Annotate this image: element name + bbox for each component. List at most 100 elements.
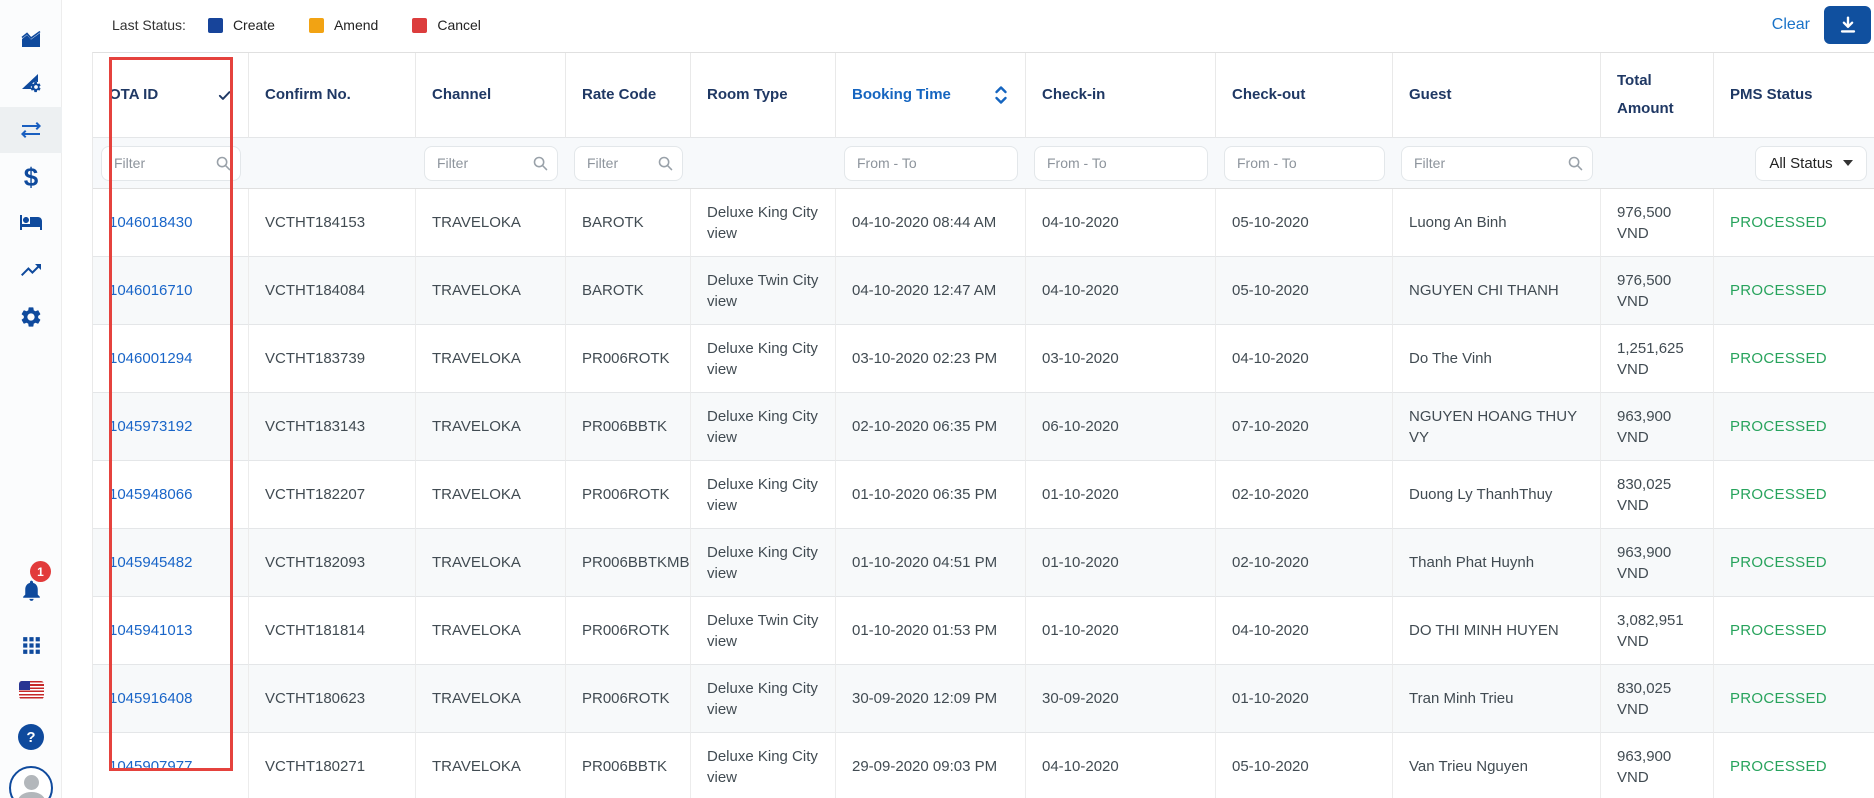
total-amount-cell: 830,025 VND (1601, 461, 1714, 529)
dollar-icon: $ (24, 164, 38, 190)
rate-code-filter-input[interactable] (574, 146, 683, 181)
last-status-legend: Last Status: Create Amend Cancel (92, 17, 505, 33)
filter-cell-check-in (1026, 138, 1216, 189)
check-in-cell: 04-10-2020 (1026, 257, 1216, 325)
ota-id-link[interactable]: 1045945482 (109, 552, 192, 573)
filter-cell-confirm-no (249, 138, 416, 189)
booking-time-cell: 02-10-2020 06:35 PM (836, 393, 1026, 461)
header-room-type[interactable]: Room Type (691, 53, 836, 138)
status-badge: PROCESSED (1730, 620, 1827, 641)
ota-id-link[interactable]: 1046001294 (109, 348, 192, 369)
ota-id-link[interactable]: 1045948066 (109, 484, 192, 505)
guest-cell: Do The Vinh (1393, 325, 1601, 393)
sidebar-item-rooms[interactable] (0, 199, 62, 245)
user-avatar[interactable] (9, 766, 53, 798)
booking-time-range-input[interactable] (844, 146, 1018, 181)
sidebar-item-reports[interactable] (0, 59, 62, 105)
ota-id-link[interactable]: 1045973192 (109, 416, 192, 437)
confirm-no-cell: VCTHT180623 (249, 665, 416, 733)
header-total-amount[interactable]: Total Amount (1601, 53, 1714, 138)
header-booking-time[interactable]: Booking Time (836, 53, 1026, 138)
toolbar-actions: Clear (1772, 6, 1874, 44)
bed-icon (19, 210, 43, 234)
room-type-cell: Deluxe King City view (691, 461, 836, 529)
sidebar-item-apps[interactable] (0, 622, 62, 668)
check-out-range-filter (1224, 146, 1385, 181)
table-row: 1045973192 VCTHT183143 TRAVELOKA PR006BB… (93, 393, 1874, 461)
booking-time-cell: 01-10-2020 06:35 PM (836, 461, 1026, 529)
channel-cell: TRAVELOKA (416, 461, 566, 529)
filter-cell-room-type (691, 138, 836, 189)
ota-id-link[interactable]: 1045916408 (109, 688, 192, 709)
status-legend-bar: Last Status: Create Amend Cancel Clear (92, 0, 1874, 50)
ota-id-filter-input[interactable] (101, 146, 241, 181)
check-out-cell: 02-10-2020 (1216, 529, 1393, 597)
channel-filter-input[interactable] (424, 146, 558, 181)
rate-code-cell: PR006BBTK (566, 393, 691, 461)
clear-filters-link[interactable]: Clear (1772, 16, 1810, 34)
download-icon (1837, 14, 1859, 36)
check-out-range-input[interactable] (1224, 146, 1385, 181)
check-in-cell: 04-10-2020 (1026, 189, 1216, 257)
guest-cell: NGUYEN CHI THANH (1393, 257, 1601, 325)
confirm-no-cell: VCTHT182093 (249, 529, 416, 597)
room-type-cell: Deluxe Twin City view (691, 597, 836, 665)
header-confirm-no[interactable]: Confirm No. (249, 53, 416, 138)
pms-status-dropdown[interactable]: All Status (1755, 146, 1867, 181)
total-amount-cell: 963,900 VND (1601, 733, 1714, 798)
sidebar-item-help[interactable]: ? (0, 714, 62, 760)
ota-id-cell: 1045941013 (93, 597, 249, 665)
header-check-out[interactable]: Check-out (1216, 53, 1393, 138)
table-header-row: OTA ID Confirm No. Channel Rate Code Roo… (93, 53, 1874, 138)
total-amount-cell: 963,900 VND (1601, 529, 1714, 597)
sidebar-item-performance[interactable] (0, 247, 62, 293)
ota-id-link[interactable]: 1045941013 (109, 620, 192, 641)
rate-code-filter (574, 146, 683, 181)
status-badge: PROCESSED (1730, 756, 1827, 777)
pms-status-cell: PROCESSED (1714, 665, 1874, 733)
sidebar-item-bookings[interactable] (0, 107, 62, 153)
guest-cell: Luong An Binh (1393, 189, 1601, 257)
ota-id-cell: 1045973192 (93, 393, 249, 461)
header-guest[interactable]: Guest (1393, 53, 1601, 138)
download-button[interactable] (1824, 6, 1871, 44)
rate-code-cell: PR006BBTK (566, 733, 691, 798)
channel-manager-bookings-page: { "legend": { "label": "Last Status:", "… (0, 0, 1874, 798)
header-pms-status[interactable]: PMS Status (1714, 53, 1874, 138)
ota-id-link[interactable]: 1046016710 (109, 280, 192, 301)
filter-cell-ota-id (93, 138, 249, 189)
filter-cell-check-out (1216, 138, 1393, 189)
header-ota-id[interactable]: OTA ID (93, 53, 249, 138)
rate-code-cell: PR006ROTK (566, 461, 691, 529)
ota-id-cell: 1046016710 (93, 257, 249, 325)
guest-cell: Tran Minh Trieu (1393, 665, 1601, 733)
amend-label: Amend (334, 17, 378, 33)
ota-id-link[interactable]: 1046018430 (109, 212, 192, 233)
booking-time-cell: 30-09-2020 12:09 PM (836, 665, 1026, 733)
channel-cell: TRAVELOKA (416, 189, 566, 257)
confirm-no-cell: VCTHT181814 (249, 597, 416, 665)
header-check-in[interactable]: Check-in (1026, 53, 1216, 138)
header-rate-code[interactable]: Rate Code (566, 53, 691, 138)
confirm-no-cell: VCTHT184084 (249, 257, 416, 325)
legend-item-cancel: Cancel (412, 17, 481, 33)
guest-filter-input[interactable] (1401, 146, 1593, 181)
sidebar-item-language[interactable] (0, 667, 62, 713)
header-ota-id-label: OTA ID (109, 81, 158, 110)
legend-item-create: Create (208, 17, 275, 33)
check-icon (217, 88, 232, 103)
check-in-range-filter (1034, 146, 1208, 181)
ota-id-link[interactable]: 1045907977 (109, 756, 192, 777)
pms-status-cell: PROCESSED (1714, 733, 1874, 798)
pms-status-cell: PROCESSED (1714, 529, 1874, 597)
sidebar-item-settings[interactable] (0, 294, 62, 340)
channel-cell: TRAVELOKA (416, 529, 566, 597)
sort-icon[interactable] (993, 84, 1009, 106)
sidebar-item-dashboard[interactable] (0, 17, 62, 63)
pms-status-cell: PROCESSED (1714, 257, 1874, 325)
header-channel[interactable]: Channel (416, 53, 566, 138)
check-in-range-input[interactable] (1034, 146, 1208, 181)
area-chart-icon (19, 28, 43, 52)
sidebar-item-finance[interactable]: $ (0, 154, 62, 200)
total-amount-cell: 3,082,951 VND (1601, 597, 1714, 665)
